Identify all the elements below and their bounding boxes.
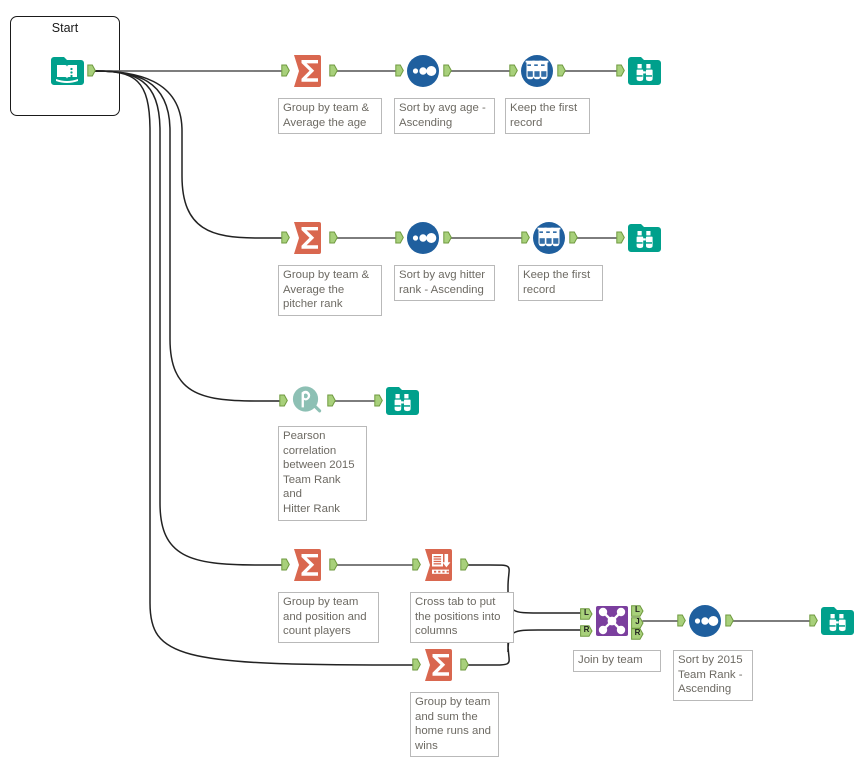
join-input-left-anchor-label: L xyxy=(584,608,589,617)
tool-summarize-4[interactable] xyxy=(412,646,469,684)
tool-browse-1[interactable] xyxy=(616,52,663,90)
pearson-output-anchor[interactable] xyxy=(327,394,336,407)
wire-input-to-summarize-4 xyxy=(94,70,413,666)
join-input-left-anchor[interactable]: L xyxy=(580,607,593,620)
crosstab-output-anchor[interactable] xyxy=(460,558,469,571)
sort-2-output-anchor[interactable] xyxy=(443,231,452,244)
sort-3-output-anchor[interactable] xyxy=(725,614,734,627)
sample-1-input-anchor[interactable] xyxy=(509,64,518,77)
wire-input-to-summarize-3 xyxy=(94,70,282,566)
summarize-2-input-anchor[interactable] xyxy=(281,231,290,244)
note-crosstab[interactable]: Cross tab to put the positions into colu… xyxy=(410,592,514,643)
pearson-correlation-icon xyxy=(288,382,326,420)
summarize-4-output-anchor[interactable] xyxy=(460,658,469,671)
note-sort-2[interactable]: Sort by avg hitter rank - Ascending xyxy=(394,265,495,302)
note-sample-1[interactable]: Keep the first record xyxy=(505,98,590,135)
join-output-join-anchor-label: J xyxy=(635,616,640,626)
sort-icon xyxy=(686,602,724,640)
sort-icon xyxy=(404,219,442,257)
sort-icon xyxy=(404,52,442,90)
workflow-canvas: Start LRLJR Group by team & Average the … xyxy=(0,0,866,769)
summarize-icon xyxy=(290,219,328,257)
sample-icon xyxy=(518,52,556,90)
tool-sort-3[interactable] xyxy=(677,602,734,640)
browse-4-input-anchor[interactable] xyxy=(809,614,818,627)
summarize-2-output-anchor[interactable] xyxy=(329,231,338,244)
tool-summarize-1[interactable] xyxy=(281,52,338,90)
note-sample-2[interactable]: Keep the first record xyxy=(518,265,603,302)
tool-pearson[interactable] xyxy=(279,382,336,420)
browse-icon xyxy=(818,602,856,640)
summarize-icon xyxy=(290,546,328,584)
browse-3-input-anchor[interactable] xyxy=(374,394,383,407)
browse-2-input-anchor[interactable] xyxy=(616,231,625,244)
tool-browse-3[interactable] xyxy=(374,382,421,420)
sort-1-output-anchor[interactable] xyxy=(443,64,452,77)
join-input-right-anchor[interactable]: R xyxy=(580,624,593,637)
crosstab-input-anchor[interactable] xyxy=(412,558,421,571)
sample-2-output-anchor[interactable] xyxy=(569,231,578,244)
browse-1-input-anchor[interactable] xyxy=(616,64,625,77)
join-output-join-anchor[interactable]: J xyxy=(631,616,644,629)
browse-icon xyxy=(625,52,663,90)
summarize-3-output-anchor[interactable] xyxy=(329,558,338,571)
join-output-right-anchor[interactable]: R xyxy=(631,627,644,640)
note-summarize-3[interactable]: Group by team and position and count pla… xyxy=(278,592,379,643)
join-output-left-anchor[interactable]: L xyxy=(631,604,644,617)
sort-1-input-anchor[interactable] xyxy=(395,64,404,77)
wire-input-to-pearson xyxy=(94,70,280,402)
input-data-icon xyxy=(48,52,86,90)
note-sort-1[interactable]: Sort by avg age - Ascending xyxy=(394,98,495,135)
tool-browse-2[interactable] xyxy=(616,219,663,257)
note-pearson[interactable]: Pearson correlation between 2015 Team Ra… xyxy=(278,426,367,521)
summarize-1-output-anchor[interactable] xyxy=(329,64,338,77)
sample-2-input-anchor[interactable] xyxy=(521,231,530,244)
join-output-right-anchor-label: R xyxy=(634,628,641,637)
sample-icon xyxy=(530,219,568,257)
summarize-1-input-anchor[interactable] xyxy=(281,64,290,77)
tool-sort-1[interactable] xyxy=(395,52,452,90)
tool-summarize-3[interactable] xyxy=(281,546,338,584)
tool-sample-1[interactable] xyxy=(509,52,566,90)
tool-crosstab[interactable] xyxy=(412,546,469,584)
tool-input-data[interactable] xyxy=(48,52,96,90)
join-input-right-anchor-label: R xyxy=(583,625,590,634)
wire-input-to-summarize-2 xyxy=(94,70,282,239)
note-join[interactable]: Join by team xyxy=(573,650,661,672)
sort-2-input-anchor[interactable] xyxy=(395,231,404,244)
join-icon xyxy=(593,602,631,640)
browse-icon xyxy=(625,219,663,257)
pearson-input-anchor[interactable] xyxy=(279,394,288,407)
cross-tab-icon xyxy=(421,546,459,584)
note-sort-3[interactable]: Sort by 2015 Team Rank - Ascending xyxy=(673,650,753,701)
summarize-3-input-anchor[interactable] xyxy=(281,558,290,571)
note-summarize-4[interactable]: Group by team and sum the home runs and … xyxy=(410,692,499,758)
summarize-4-input-anchor[interactable] xyxy=(412,658,421,671)
summarize-icon xyxy=(421,646,459,684)
tool-sort-2[interactable] xyxy=(395,219,452,257)
note-summarize-1[interactable]: Group by team & Average the age xyxy=(278,98,382,135)
browse-icon xyxy=(383,382,421,420)
note-summarize-2[interactable]: Group by team & Average the pitcher rank xyxy=(278,265,382,316)
sort-3-input-anchor[interactable] xyxy=(677,614,686,627)
tool-browse-4[interactable] xyxy=(809,602,856,640)
tool-sample-2[interactable] xyxy=(521,219,578,257)
join-output-left-anchor-label: L xyxy=(635,605,640,614)
start-container-title: Start xyxy=(51,21,79,35)
sample-1-output-anchor[interactable] xyxy=(557,64,566,77)
tool-join[interactable]: LRLJR xyxy=(580,602,644,640)
input-data-output-anchor[interactable] xyxy=(87,64,96,77)
tool-summarize-2[interactable] xyxy=(281,219,338,257)
summarize-icon xyxy=(290,52,328,90)
